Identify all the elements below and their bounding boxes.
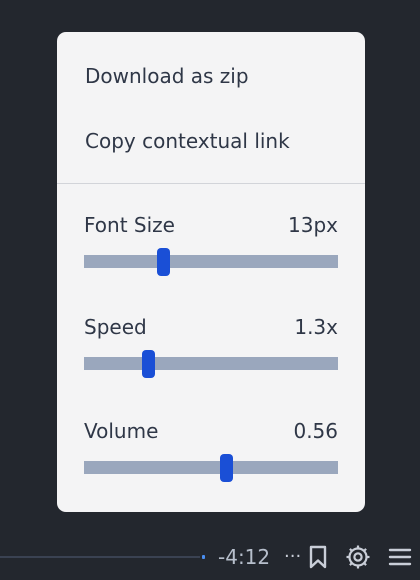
volume-value: 0.56 [293, 419, 338, 443]
font-size-slider[interactable] [84, 248, 338, 276]
playback-position-marker[interactable] [202, 555, 205, 559]
speed-setting: Speed 1.3x [84, 315, 338, 378]
menu-divider [57, 183, 365, 184]
gear-icon[interactable] [345, 544, 371, 570]
font-size-value: 13px [288, 213, 338, 237]
hamburger-menu-icon[interactable] [387, 544, 413, 570]
speed-slider-thumb[interactable] [141, 350, 155, 378]
copy-contextual-link-item[interactable]: Copy contextual link [85, 129, 290, 153]
speed-slider[interactable] [84, 350, 338, 378]
font-size-label: Font Size [84, 213, 175, 237]
download-as-zip-item[interactable]: Download as zip [85, 64, 249, 88]
font-size-setting: Font Size 13px [84, 213, 338, 276]
settings-popup-menu: Download as zip Copy contextual link Fon… [57, 32, 365, 512]
speed-label: Speed [84, 315, 147, 339]
volume-slider[interactable] [84, 454, 338, 482]
playback-progress-bar[interactable] [0, 556, 200, 558]
volume-slider-thumb[interactable] [220, 454, 234, 482]
bookmark-icon[interactable] [305, 544, 331, 570]
time-remaining: -4:12 [218, 545, 271, 569]
more-options-button[interactable]: ··· [284, 545, 301, 569]
font-size-slider-thumb[interactable] [156, 248, 170, 276]
speed-value: 1.3x [294, 315, 338, 339]
volume-label: Volume [84, 419, 159, 443]
volume-setting: Volume 0.56 [84, 419, 338, 482]
